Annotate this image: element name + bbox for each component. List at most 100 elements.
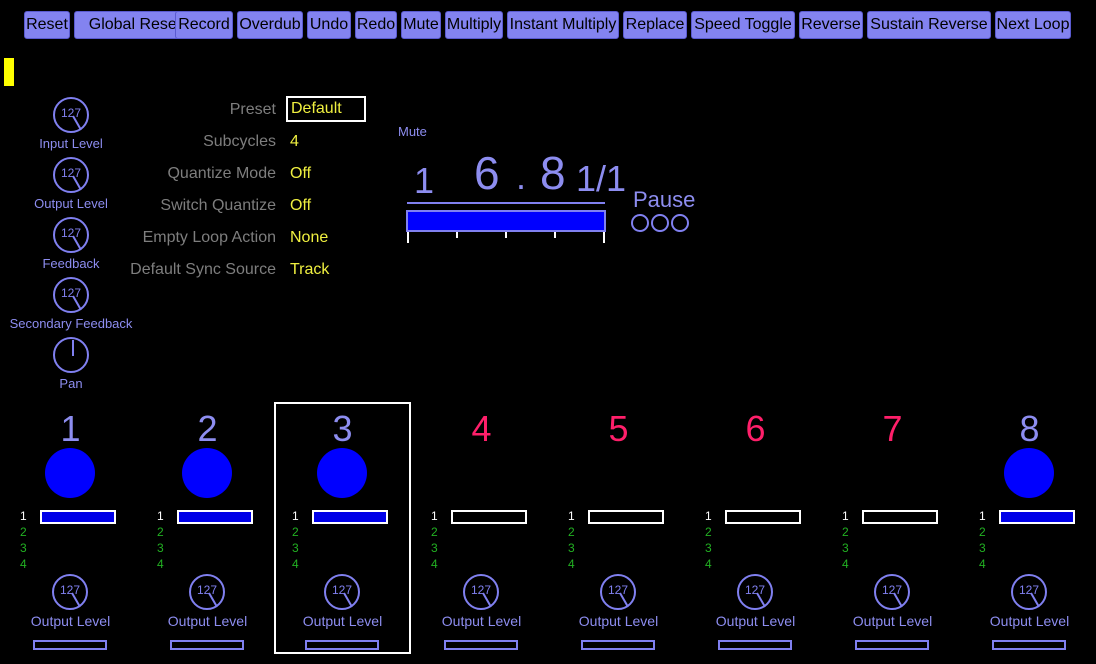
- loop-number[interactable]: 4: [842, 556, 849, 572]
- loop-number[interactable]: 2: [157, 524, 164, 540]
- loop-number[interactable]: 2: [431, 524, 438, 540]
- loop-number[interactable]: 2: [568, 524, 575, 540]
- pan-knob[interactable]: [53, 337, 89, 373]
- redo-button[interactable]: Redo: [355, 11, 397, 39]
- loop-number[interactable]: 1: [568, 508, 575, 524]
- mode-label: Mute: [398, 124, 427, 139]
- loop-number[interactable]: 4: [20, 556, 27, 572]
- loop-number[interactable]: 3: [842, 540, 849, 556]
- preset-field[interactable]: Default: [286, 96, 366, 122]
- loop-number: 1: [414, 160, 435, 201]
- track-number: 7: [882, 408, 903, 449]
- track-output-level-knob[interactable]: 127: [737, 574, 773, 610]
- loop-number[interactable]: 4: [431, 556, 438, 572]
- speed-toggle-button[interactable]: Speed Toggle: [691, 11, 795, 39]
- cycle-dot: [631, 214, 649, 232]
- loop-number[interactable]: 4: [705, 556, 712, 572]
- loop-number[interactable]: 1: [292, 508, 299, 524]
- loop-number[interactable]: 1: [431, 508, 438, 524]
- track-6[interactable]: 6 1 2 3 4 127 Output Level: [687, 402, 824, 654]
- knob-needle: [72, 340, 74, 356]
- reset-button[interactable]: Reset: [24, 11, 70, 39]
- loop-number[interactable]: 1: [705, 508, 712, 524]
- track-meter: [718, 640, 792, 650]
- track-output-level-label: Output Level: [715, 613, 796, 629]
- track-number: 6: [745, 408, 766, 449]
- switch-quantize-value[interactable]: Off: [290, 197, 311, 215]
- track-2[interactable]: 2 1 2 3 4 127 Output Level: [139, 402, 276, 654]
- track-8[interactable]: 8 1 2 3 4 127 Output Level: [961, 402, 1096, 654]
- loop-level-bar: [177, 510, 253, 524]
- loop-list: 1234: [431, 508, 438, 572]
- loop-number[interactable]: 2: [292, 524, 299, 540]
- sustain-reverse-button[interactable]: Sustain Reverse: [867, 11, 991, 39]
- track-5[interactable]: 5 1 2 3 4 127 Output Level: [550, 402, 687, 654]
- loop-number[interactable]: 1: [157, 508, 164, 524]
- loop-number[interactable]: 3: [431, 540, 438, 556]
- quantize-mode-value[interactable]: Off: [290, 165, 311, 183]
- loop-number[interactable]: 4: [568, 556, 575, 572]
- secondary-feedback-knob[interactable]: 127: [53, 277, 89, 313]
- loop-number[interactable]: 1: [842, 508, 849, 524]
- next-loop-button[interactable]: Next Loop: [995, 11, 1071, 39]
- track-output-level-knob[interactable]: 127: [324, 574, 360, 610]
- track-active-indicator: [182, 448, 232, 498]
- secondary-feedback-label: Secondary Feedback: [9, 316, 133, 331]
- progress-ticks: [407, 232, 605, 244]
- loop-number[interactable]: 3: [20, 540, 27, 556]
- replace-button[interactable]: Replace: [623, 11, 687, 39]
- undo-button[interactable]: Undo: [307, 11, 351, 39]
- loop-number[interactable]: 4: [157, 556, 164, 572]
- track-output-level-knob[interactable]: 127: [52, 574, 88, 610]
- track-7[interactable]: 7 1 2 3 4 127 Output Level: [824, 402, 961, 654]
- track-active-indicator: [1004, 448, 1054, 498]
- loop-number[interactable]: 2: [842, 524, 849, 540]
- loop-list: 1234: [20, 508, 27, 572]
- mute-button[interactable]: Mute: [401, 11, 441, 39]
- track-output-level-knob[interactable]: 127: [1011, 574, 1047, 610]
- loop-progress-fill: [408, 212, 604, 230]
- loop-list: 1234: [292, 508, 299, 572]
- track-meter: [305, 640, 379, 650]
- progress-tick: [407, 232, 409, 243]
- track-1[interactable]: 1 1 2 3 4 127 Output Level: [2, 402, 139, 654]
- loop-level-bar: [451, 510, 527, 524]
- knob-value: 127: [744, 583, 766, 597]
- overdub-button[interactable]: Overdub: [237, 11, 303, 39]
- loop-number[interactable]: 3: [157, 540, 164, 556]
- default-sync-source-value[interactable]: Track: [290, 261, 329, 279]
- loop-number[interactable]: 1: [979, 508, 986, 524]
- loop-level-bar: [999, 510, 1075, 524]
- loop-number[interactable]: 4: [292, 556, 299, 572]
- loop-number[interactable]: 4: [979, 556, 986, 572]
- loop-list: 1234: [979, 508, 986, 572]
- knob-value: 127: [60, 286, 82, 300]
- track-output-level-knob[interactable]: 127: [189, 574, 225, 610]
- knob-value: 127: [881, 583, 903, 597]
- loop-progress-bar: [406, 210, 606, 232]
- loop-number[interactable]: 2: [979, 524, 986, 540]
- multiply-button[interactable]: Multiply: [445, 11, 503, 39]
- track-output-level-knob[interactable]: 127: [463, 574, 499, 610]
- loop-number[interactable]: 2: [705, 524, 712, 540]
- subcycles-value[interactable]: 4: [290, 133, 299, 151]
- track-4[interactable]: 4 1 2 3 4 127 Output Level: [413, 402, 550, 654]
- track-output-level-knob[interactable]: 127: [600, 574, 636, 610]
- loop-number[interactable]: 1: [20, 508, 27, 524]
- track-output-level-knob[interactable]: 127: [874, 574, 910, 610]
- record-button[interactable]: Record: [175, 11, 233, 39]
- instant-multiply-button[interactable]: Instant Multiply: [507, 11, 619, 39]
- reverse-button[interactable]: Reverse: [799, 11, 863, 39]
- progress-tick: [456, 232, 458, 238]
- loop-number[interactable]: 3: [705, 540, 712, 556]
- loop-list: 1234: [705, 508, 712, 572]
- empty-loop-action-value[interactable]: None: [290, 229, 328, 247]
- loop-number[interactable]: 3: [568, 540, 575, 556]
- loop-number[interactable]: 2: [20, 524, 27, 540]
- knob-value: 127: [470, 583, 492, 597]
- loop-time-separator: .: [516, 156, 527, 197]
- track-output-level-label: Output Level: [30, 613, 111, 629]
- loop-number[interactable]: 3: [292, 540, 299, 556]
- track-3[interactable]: 3 1 2 3 4 127 Output Level: [274, 402, 411, 654]
- loop-number[interactable]: 3: [979, 540, 986, 556]
